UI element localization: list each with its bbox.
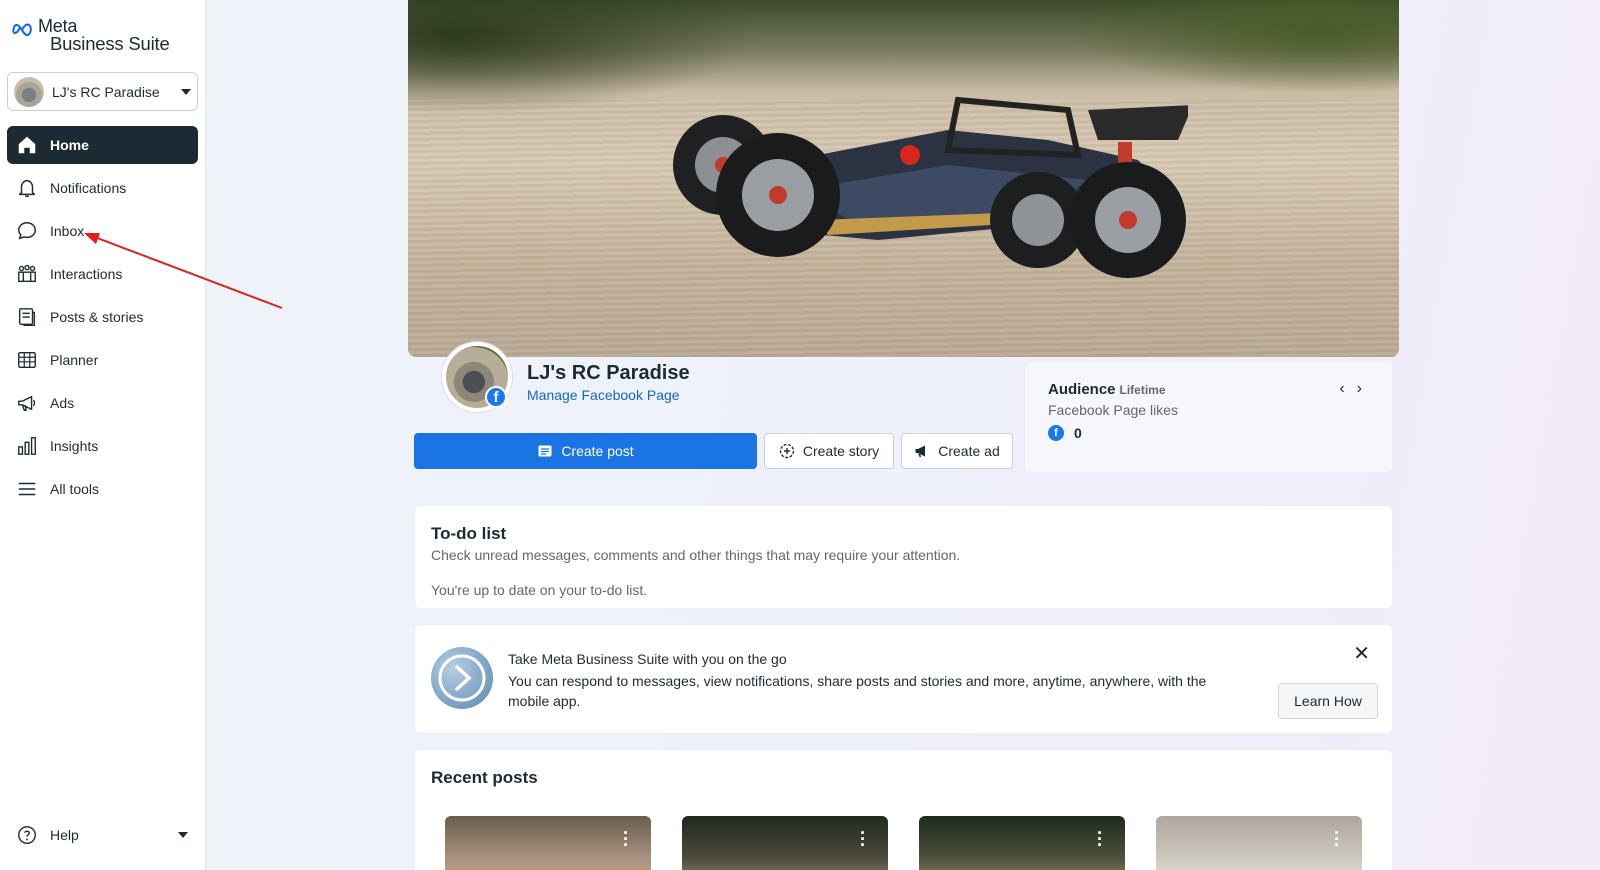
home-icon [18,136,36,154]
audience-title-text: Audience [1048,381,1116,398]
mobile-app-promo-card: Take Meta Business Suite with you on the… [414,624,1393,734]
more-options-icon[interactable]: · · · [1334,824,1340,854]
todo-status: You're up to date on your to-do list. [431,582,648,598]
sidebar-nav: Home Notifications Inbox Interactions Po… [7,126,198,513]
sidebar-item-label: Ads [50,395,75,411]
todo-title: To-do list [431,524,507,543]
audience-period: Lifetime [1119,383,1166,397]
facebook-badge-icon: f [485,386,507,408]
sidebar-item-label: Interactions [50,266,123,282]
help-label: Help [50,827,79,843]
sidebar-item-notifications[interactable]: Notifications [7,169,198,207]
sidebar-item-interactions[interactable]: Interactions [7,255,198,293]
megaphone-icon [18,395,36,412]
recent-post-thumbnail[interactable]: · · · [445,816,651,870]
recent-post-thumbnail[interactable]: · · · [919,816,1125,870]
rc-buggy-image [673,96,1188,278]
sidebar-item-label: Planner [50,352,99,368]
sidebar-item-planner[interactable]: Planner [7,341,198,379]
story-plus-icon [779,443,795,459]
todo-description: Check unread messages, comments and othe… [431,547,961,563]
audience-value-row: f 0 [1048,425,1082,441]
sidebar: Meta Business Suite LJ's RC Paradise Hom… [0,0,206,870]
sidebar-item-ads[interactable]: Ads [7,384,198,422]
audience-value: 0 [1074,425,1082,441]
promo-description: You can respond to messages, view notifi… [508,673,1207,709]
create-story-label: Create story [802,443,880,459]
play-arrow-icon [438,654,486,702]
account-name: LJ's RC Paradise [52,83,160,100]
meta-logo-icon [12,23,32,36]
chevron-down-icon [178,832,188,838]
page-title: LJ's RC Paradise [527,362,690,384]
cover-photo [408,0,1399,357]
sidebar-item-inbox[interactable]: Inbox [7,212,198,250]
sidebar-item-label: Insights [50,438,99,454]
facebook-icon: f [1048,425,1064,441]
recent-post-thumbnail[interactable]: · · · [1156,816,1362,870]
calendar-grid-icon [18,351,36,369]
chevron-down-icon [181,88,191,95]
megaphone-icon [915,445,926,457]
more-options-icon[interactable]: · · · [860,824,866,854]
create-post-button[interactable]: Create post [414,433,757,469]
interactions-icon [18,264,36,283]
sidebar-item-label: Posts & stories [50,309,144,325]
meta-business-suite-logo[interactable]: Meta Business Suite [12,17,170,54]
sidebar-item-label: Home [50,137,89,153]
sidebar-item-label: All tools [50,481,100,497]
sidebar-item-all-tools[interactable]: All tools [7,470,198,508]
brand-line2: Business Suite [50,33,170,54]
manage-facebook-page-link[interactable]: Manage Facebook Page [527,387,680,403]
audience-pager: ‹ › [1339,380,1362,398]
menu-icon [18,482,36,496]
todo-card: To-do list Check unread messages, commen… [414,505,1393,609]
sidebar-item-label: Inbox [50,223,85,239]
more-options-icon[interactable]: · · · [623,824,629,854]
audience-title: Audience Lifetime [1048,381,1166,398]
question-circle-icon [18,826,36,844]
create-post-label: Create post [561,443,634,459]
create-story-button[interactable]: Create story [764,433,894,469]
audience-card: Audience Lifetime Facebook Page likes f 0… [1024,361,1393,473]
account-avatar [14,76,44,107]
learn-how-button[interactable]: Learn How [1278,683,1378,719]
create-ad-button[interactable]: Create ad [901,433,1013,469]
posts-icon [18,308,36,326]
sidebar-item-label: Notifications [50,180,127,196]
sidebar-item-posts-stories[interactable]: Posts & stories [7,298,198,336]
promo-title: Take Meta Business Suite with you on the… [508,651,787,667]
recent-posts-card: Recent posts · · · · · · · · · · · · [414,749,1393,870]
post-icon [538,445,552,457]
business-suite-app-icon [431,647,493,709]
sidebar-item-insights[interactable]: Insights [7,427,198,465]
chevron-right-icon[interactable]: › [1357,380,1362,398]
bell-icon [18,179,36,197]
chevron-left-icon[interactable]: ‹ [1339,380,1344,398]
audience-metric: Facebook Page likes [1048,402,1178,418]
close-icon[interactable]: ✕ [1353,641,1370,666]
more-options-icon[interactable]: · · · [1097,824,1103,854]
bar-chart-icon [18,437,36,455]
chat-bubble-icon [18,222,36,240]
account-switcher[interactable]: LJ's RC Paradise [7,72,198,111]
help-menu[interactable]: Help [7,818,198,852]
create-ad-label: Create ad [938,443,1000,459]
recent-posts-title: Recent posts [431,768,538,787]
sidebar-item-home[interactable]: Home [7,126,198,164]
recent-post-thumbnail[interactable]: · · · [682,816,888,870]
